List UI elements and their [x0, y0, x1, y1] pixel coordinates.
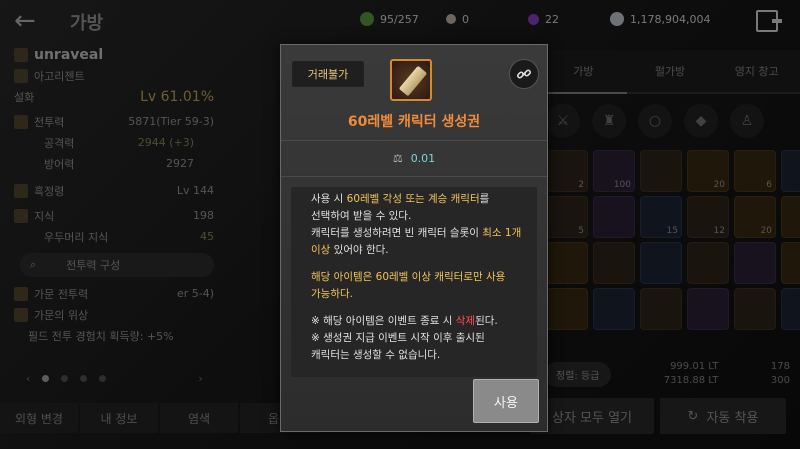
item-weight-value: 0.01 [410, 152, 436, 165]
untradeable-badge: 거래불가 [292, 61, 364, 87]
item-tooltip-dialog: 거래불가 60레벨 캐릭터 생성권 ⚖ 0.01 사용 시 60레벨 각성 또는… [280, 44, 548, 432]
item-name: 60레벨 캐릭터 생성권 [347, 114, 481, 130]
character-ticket-icon [390, 59, 432, 101]
chain-link-icon [516, 69, 532, 79]
link-icon[interactable] [509, 59, 539, 89]
weight-icon: ⚖ [392, 152, 403, 165]
item-description: 사용 시 60레벨 각성 또는 계승 캐릭터를 선택하여 받을 수 있다. 캐릭… [291, 187, 537, 377]
item-weight: ⚖ 0.01 [281, 141, 547, 177]
description-usage: 사용 시 60레벨 각성 또는 계승 캐릭터를 선택하여 받을 수 있다. 캐릭… [311, 193, 522, 256]
description-level-requirement: 해당 아이템은 60레벨 이상 캐릭터로만 사용 가능하다. [311, 271, 506, 300]
use-button[interactable]: 사용 [473, 379, 539, 423]
tooltip-header: 거래불가 60레벨 캐릭터 생성권 [281, 45, 547, 141]
description-notes: ※ 해당 아이템은 이벤트 종료 시 삭제된다. ※ 생성권 지급 이벤트 시작… [311, 315, 498, 361]
